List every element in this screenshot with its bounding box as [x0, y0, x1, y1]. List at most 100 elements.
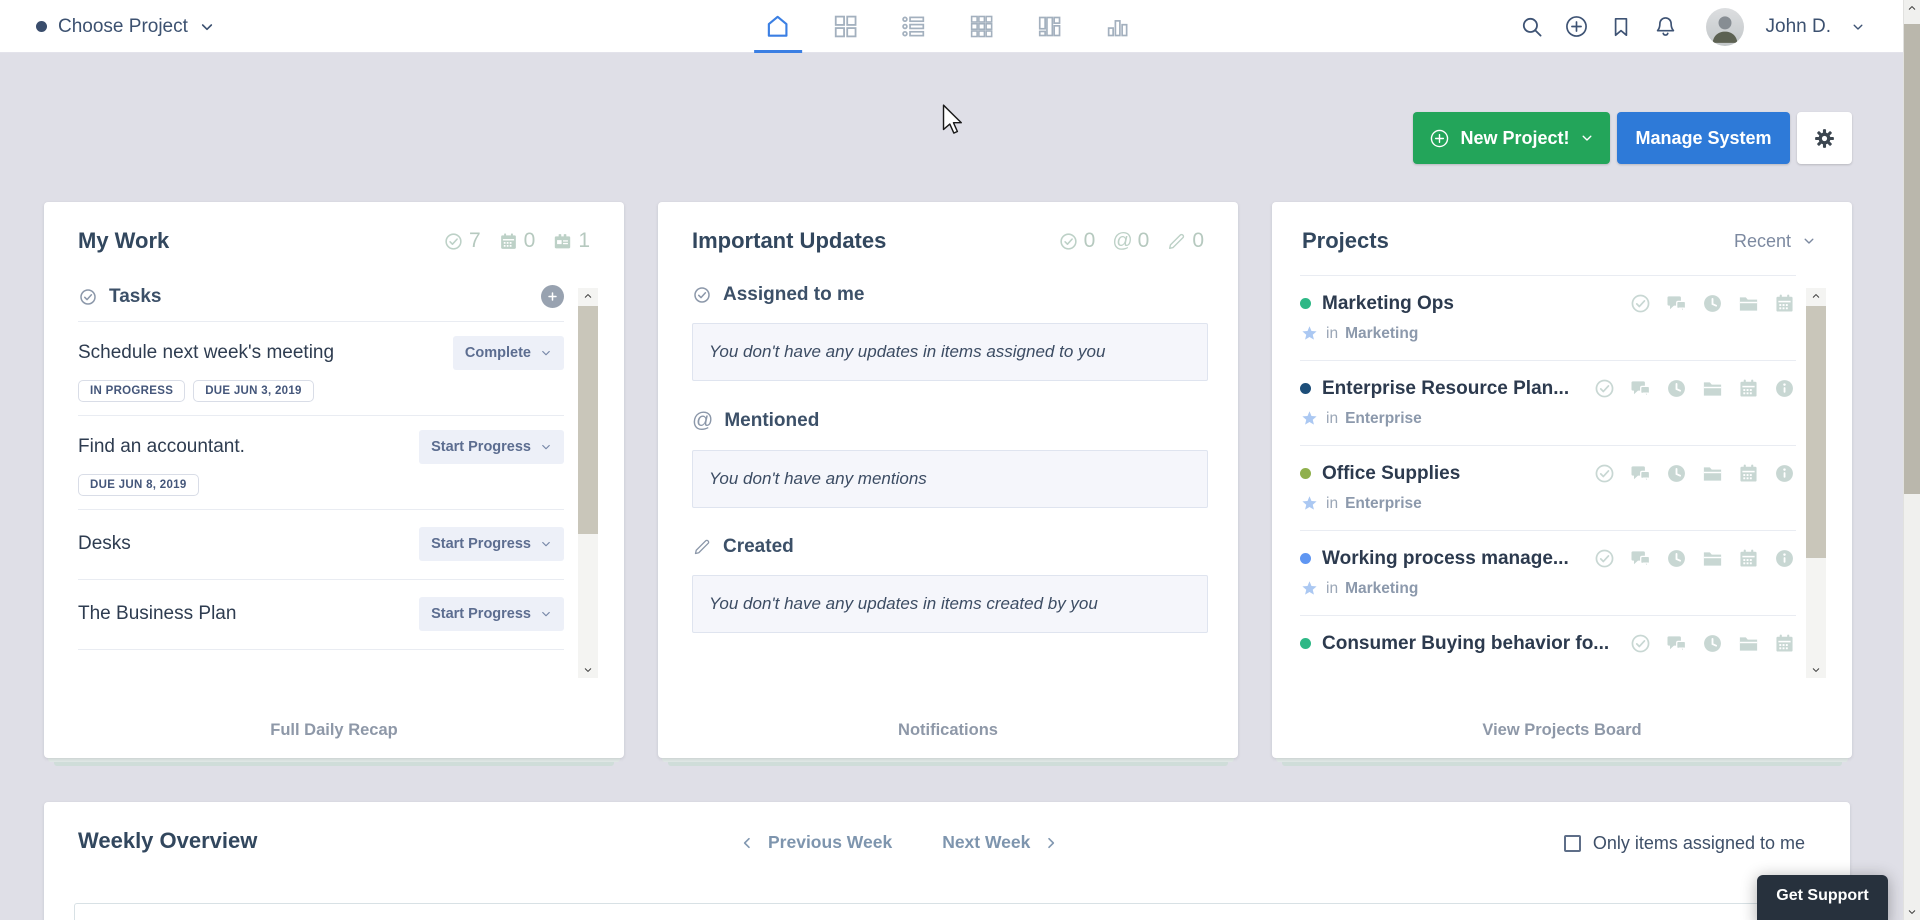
info-icon[interactable]	[1773, 462, 1796, 485]
tasks-scrollbar[interactable]	[578, 288, 598, 678]
clock-icon[interactable]	[1701, 292, 1724, 315]
task-status-dropdown[interactable]: Start Progress	[419, 430, 564, 464]
project-group: in Marketing	[1300, 579, 1796, 598]
clock-icon[interactable]	[1665, 547, 1688, 570]
clock-icon[interactable]	[1665, 462, 1688, 485]
my-work-header: My Work 7 0 1	[44, 202, 624, 254]
check-circle-icon[interactable]	[1593, 462, 1616, 485]
pencil-icon	[692, 537, 712, 557]
project-name[interactable]: Working process manage...	[1322, 548, 1569, 570]
clock-icon[interactable]	[1701, 632, 1724, 655]
next-week-button[interactable]: Next Week	[942, 832, 1059, 853]
scroll-up-arrow[interactable]	[578, 289, 598, 303]
calendar-icon[interactable]	[1737, 377, 1760, 400]
chat-icon[interactable]	[1665, 292, 1688, 315]
calendar-icon[interactable]	[1737, 547, 1760, 570]
avatar[interactable]	[1706, 8, 1744, 46]
calendar-icon[interactable]	[1737, 462, 1760, 485]
task-title[interactable]: Schedule next week's meeting	[78, 336, 453, 364]
chevron-down-icon	[1907, 907, 1917, 917]
assigned-section-header: Assigned to me	[692, 284, 1204, 306]
project-name[interactable]: Enterprise Resource Plan...	[1322, 378, 1569, 400]
get-support-button[interactable]: Get Support	[1757, 875, 1888, 920]
scrollbar-thumb[interactable]	[1806, 306, 1826, 558]
project-group: in Enterprise	[1300, 494, 1796, 513]
add-task-button[interactable]	[541, 285, 564, 308]
page-scrollbar[interactable]	[1903, 0, 1920, 920]
chat-icon[interactable]	[1629, 377, 1652, 400]
calendar-icon[interactable]	[1773, 632, 1796, 655]
group-link[interactable]: Marketing	[1345, 580, 1418, 598]
calendar-icon[interactable]	[1773, 292, 1796, 315]
projects-sort-dropdown[interactable]: Recent	[1734, 231, 1816, 252]
group-link[interactable]: Enterprise	[1345, 495, 1422, 513]
check-circle-icon[interactable]	[1593, 547, 1616, 570]
tab-grid-view[interactable]	[823, 0, 869, 53]
folder-icon[interactable]	[1737, 292, 1760, 315]
tab-list-view[interactable]	[891, 0, 937, 53]
tab-home[interactable]	[755, 0, 801, 53]
full-daily-recap-link[interactable]: Full Daily Recap	[44, 721, 624, 740]
project-name[interactable]: Office Supplies	[1322, 463, 1460, 485]
scrollbar-thumb[interactable]	[1904, 24, 1920, 494]
folder-icon[interactable]	[1701, 462, 1724, 485]
settings-button[interactable]	[1797, 112, 1852, 164]
assigned-section-label: Assigned to me	[723, 284, 864, 306]
scroll-down-arrow[interactable]	[1904, 905, 1920, 919]
folder-icon[interactable]	[1737, 632, 1760, 655]
chevron-down-icon[interactable]	[1851, 20, 1865, 34]
info-icon[interactable]	[1773, 377, 1796, 400]
task-status-dropdown[interactable]: Start Progress	[419, 527, 564, 561]
star-icon[interactable]	[1300, 494, 1319, 513]
notifications-link[interactable]: Notifications	[658, 721, 1238, 740]
scroll-up-arrow[interactable]	[1904, 1, 1920, 15]
project-selector[interactable]: Choose Project	[36, 0, 215, 53]
chat-icon[interactable]	[1629, 547, 1652, 570]
chat-icon[interactable]	[1665, 632, 1688, 655]
mentioned-section-header: @ Mentioned	[692, 409, 1204, 433]
add-icon[interactable]	[1564, 14, 1589, 39]
scroll-down-arrow[interactable]	[1806, 663, 1826, 677]
check-circle-icon[interactable]	[1593, 377, 1616, 400]
chat-icon[interactable]	[1629, 462, 1652, 485]
group-link[interactable]: Marketing	[1345, 325, 1418, 343]
check-circle-icon[interactable]	[1629, 292, 1652, 315]
search-icon[interactable]	[1520, 15, 1544, 39]
group-link[interactable]: Enterprise	[1345, 410, 1422, 428]
scrollbar-thumb[interactable]	[578, 306, 598, 534]
tab-grid-small-view[interactable]	[959, 0, 1005, 53]
notifications-icon[interactable]	[1653, 14, 1678, 39]
project-name[interactable]: Consumer Buying behavior fo...	[1322, 633, 1609, 655]
star-icon[interactable]	[1300, 409, 1319, 428]
projects-scrollbar[interactable]	[1806, 288, 1826, 678]
next-week-label: Next Week	[942, 832, 1030, 853]
task-status-dropdown[interactable]: Start Progress	[419, 597, 564, 631]
tab-board-view[interactable]	[1027, 0, 1073, 53]
checkbox[interactable]	[1564, 835, 1581, 852]
view-projects-board-link[interactable]: View Projects Board	[1272, 721, 1852, 740]
info-icon[interactable]	[1773, 547, 1796, 570]
bookmark-icon[interactable]	[1609, 15, 1633, 39]
clock-icon[interactable]	[1665, 377, 1688, 400]
folder-icon[interactable]	[1701, 377, 1724, 400]
user-menu[interactable]: John D.	[1766, 16, 1831, 38]
previous-week-button[interactable]: Previous Week	[739, 832, 892, 853]
task-title[interactable]: The Business Plan	[78, 597, 419, 625]
new-project-button[interactable]: New Project!	[1413, 112, 1610, 164]
scroll-down-arrow[interactable]	[578, 663, 598, 677]
tab-reports-view[interactable]	[1095, 0, 1141, 53]
project-name[interactable]: Marketing Ops	[1322, 293, 1454, 315]
star-icon[interactable]	[1300, 579, 1319, 598]
check-circle-icon[interactable]	[1629, 632, 1652, 655]
project-color-dot	[36, 21, 47, 32]
task-status-dropdown[interactable]: Complete	[453, 336, 564, 370]
manage-system-button[interactable]: Manage System	[1617, 112, 1790, 164]
task-title[interactable]: Find an accountant.	[78, 430, 419, 458]
star-icon[interactable]	[1300, 324, 1319, 343]
scroll-up-arrow[interactable]	[1806, 289, 1826, 303]
bar-chart-icon	[1104, 13, 1131, 40]
folder-icon[interactable]	[1701, 547, 1724, 570]
task-title[interactable]: Desks	[78, 527, 419, 555]
only-assigned-filter[interactable]: Only items assigned to me	[1564, 833, 1805, 854]
tasks-section-header: Tasks	[78, 285, 564, 308]
